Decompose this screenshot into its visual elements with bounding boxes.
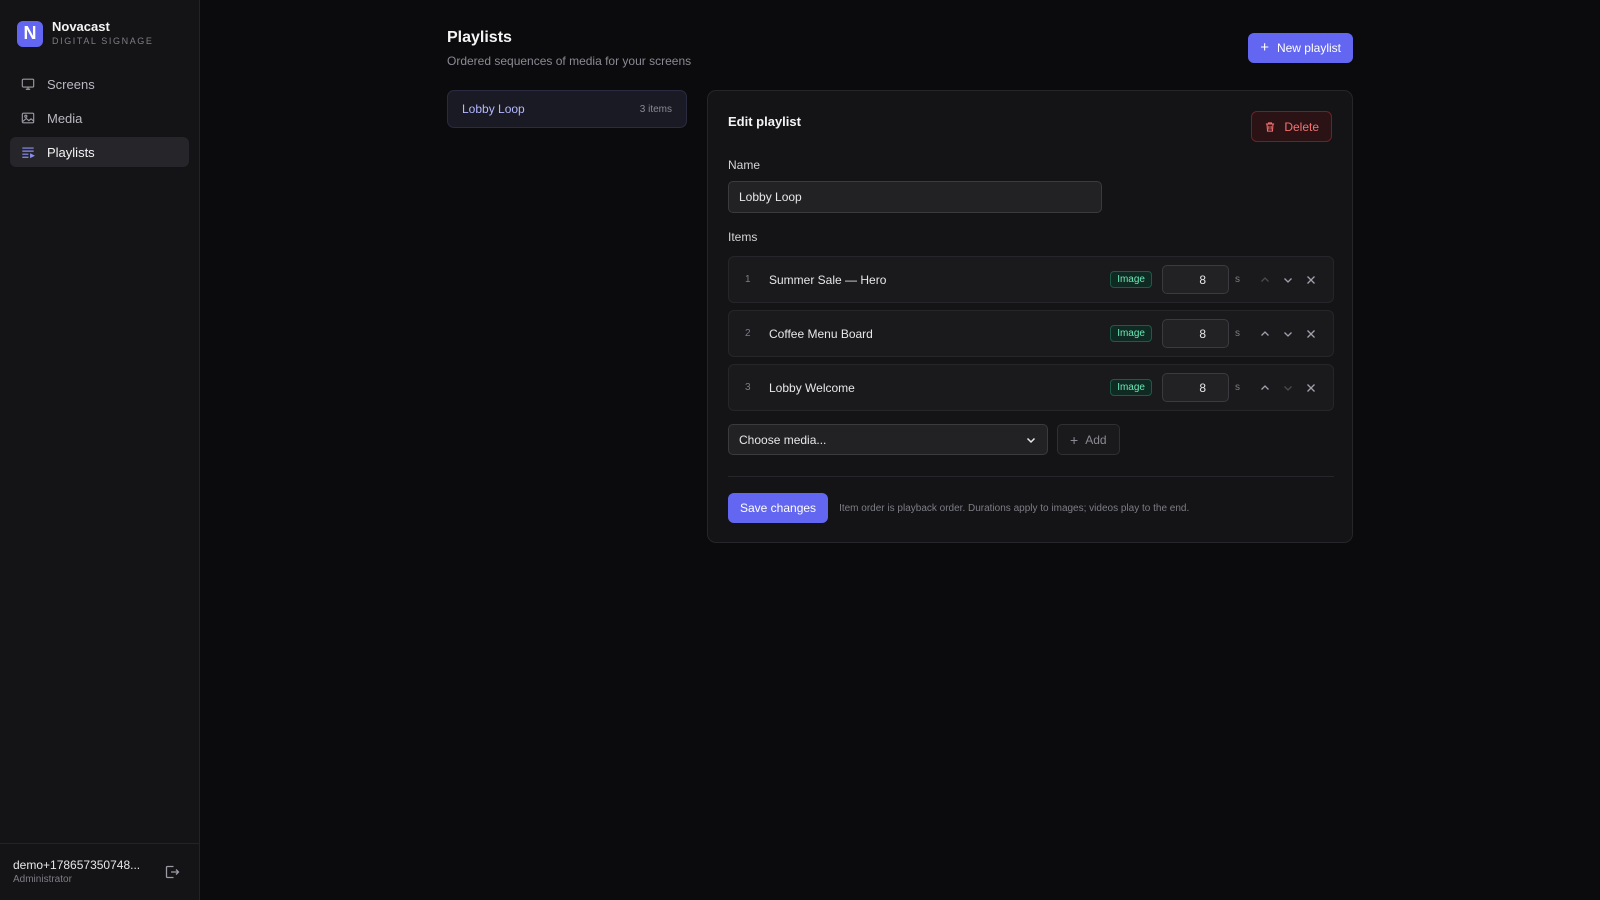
logout-icon[interactable]	[164, 864, 180, 880]
sidebar-item-playlists[interactable]: Playlists	[10, 137, 189, 167]
save-row: Save changes Item order is playback orde…	[728, 493, 1189, 523]
name-label: Name	[728, 158, 761, 172]
chevron-down-icon	[1025, 434, 1037, 446]
sidebar-item-screens[interactable]: Screens	[10, 69, 189, 99]
brand-text: Novacast DIGITAL SIGNAGE	[52, 20, 154, 47]
sidebar: N Novacast DIGITAL SIGNAGE Screens Media	[0, 0, 200, 900]
brand-logo: N	[17, 20, 43, 47]
app-root: N Novacast DIGITAL SIGNAGE Screens Media	[0, 0, 1600, 900]
playlist-name-input[interactable]	[728, 181, 1102, 213]
save-hint: Item order is playback order. Durations …	[839, 502, 1190, 514]
add-label: Add	[1085, 432, 1107, 447]
playlist-list: Lobby Loop 3 items	[447, 90, 687, 128]
playlist-count: 3 items	[639, 103, 672, 115]
item-index: 1	[745, 274, 751, 285]
playlist-item[interactable]: Lobby Loop 3 items	[447, 90, 687, 128]
brand-subtitle: DIGITAL SIGNAGE	[52, 36, 154, 46]
user-role: Administrator	[13, 874, 72, 885]
list-item: 3 Lobby Welcome Image s	[728, 364, 1334, 411]
close-icon[interactable]	[1301, 270, 1321, 290]
chevron-up-icon[interactable]	[1255, 378, 1275, 398]
add-media-row: Choose media... + Add	[728, 424, 1120, 455]
playlist-name: Lobby Loop	[462, 102, 525, 116]
type-badge: Image	[1110, 271, 1152, 288]
close-icon[interactable]	[1301, 378, 1321, 398]
playlist-editor: Edit playlist Delete Name Items 1 Summer…	[707, 90, 1353, 543]
item-index: 2	[745, 328, 751, 339]
monitor-icon	[21, 77, 35, 91]
type-badge: Image	[1110, 325, 1152, 342]
items-label: Items	[728, 230, 758, 244]
sidebar-footer: demo+178657350748... Administrator	[0, 843, 199, 900]
chevron-up-icon[interactable]	[1255, 324, 1275, 344]
plus-icon: +	[1260, 39, 1269, 56]
media-select[interactable]: Choose media...	[728, 424, 1048, 455]
duration-unit: s	[1235, 382, 1240, 393]
duration-unit: s	[1235, 328, 1240, 339]
playlist-icon	[21, 145, 35, 159]
item-name: Summer Sale — Hero	[769, 272, 887, 287]
editor-title: Edit playlist	[728, 114, 801, 129]
divider	[728, 476, 1334, 477]
chevron-down-icon[interactable]	[1278, 324, 1298, 344]
media-select-value: Choose media...	[739, 432, 827, 447]
sidebar-item-label: Playlists	[47, 144, 95, 160]
new-playlist-button[interactable]: + New playlist	[1248, 33, 1353, 63]
type-badge: Image	[1110, 379, 1152, 396]
new-playlist-label: New playlist	[1276, 41, 1341, 55]
duration-input[interactable]	[1162, 265, 1229, 294]
page-subtitle: Ordered sequences of media for your scre…	[447, 54, 692, 68]
delete-button[interactable]: Delete	[1251, 111, 1332, 142]
item-name: Lobby Welcome	[769, 380, 855, 395]
list-item: 2 Coffee Menu Board Image s	[728, 310, 1334, 357]
brand-name: Novacast	[52, 19, 110, 34]
add-button[interactable]: + Add	[1057, 424, 1120, 455]
chevron-down-icon[interactable]	[1278, 378, 1298, 398]
brand: N Novacast DIGITAL SIGNAGE	[0, 0, 199, 47]
item-index: 3	[745, 382, 751, 393]
image-icon	[21, 111, 35, 125]
page-title: Playlists	[447, 29, 512, 46]
main-content: Playlists Ordered sequences of media for…	[200, 0, 1600, 900]
sidebar-item-label: Screens	[47, 76, 95, 92]
items-list: 1 Summer Sale — Hero Image s 2 Coffee Me…	[728, 256, 1334, 411]
duration-input[interactable]	[1162, 319, 1229, 348]
chevron-up-icon[interactable]	[1255, 270, 1275, 290]
plus-icon: +	[1070, 431, 1079, 448]
close-icon[interactable]	[1301, 324, 1321, 344]
item-name: Coffee Menu Board	[769, 326, 873, 341]
trash-icon	[1264, 121, 1276, 133]
delete-label: Delete	[1284, 119, 1319, 134]
user-block: demo+178657350748... Administrator	[13, 858, 164, 886]
page-header: Playlists Ordered sequences of media for…	[447, 29, 1353, 69]
user-email: demo+178657350748...	[13, 858, 141, 872]
sidebar-nav: Screens Media Playlists	[0, 69, 199, 167]
duration-unit: s	[1235, 274, 1240, 285]
save-button[interactable]: Save changes	[728, 493, 829, 523]
sidebar-item-label: Media	[47, 110, 83, 126]
sidebar-item-media[interactable]: Media	[10, 103, 189, 133]
chevron-down-icon[interactable]	[1278, 270, 1298, 290]
list-item: 1 Summer Sale — Hero Image s	[728, 256, 1334, 303]
duration-input[interactable]	[1162, 373, 1229, 402]
